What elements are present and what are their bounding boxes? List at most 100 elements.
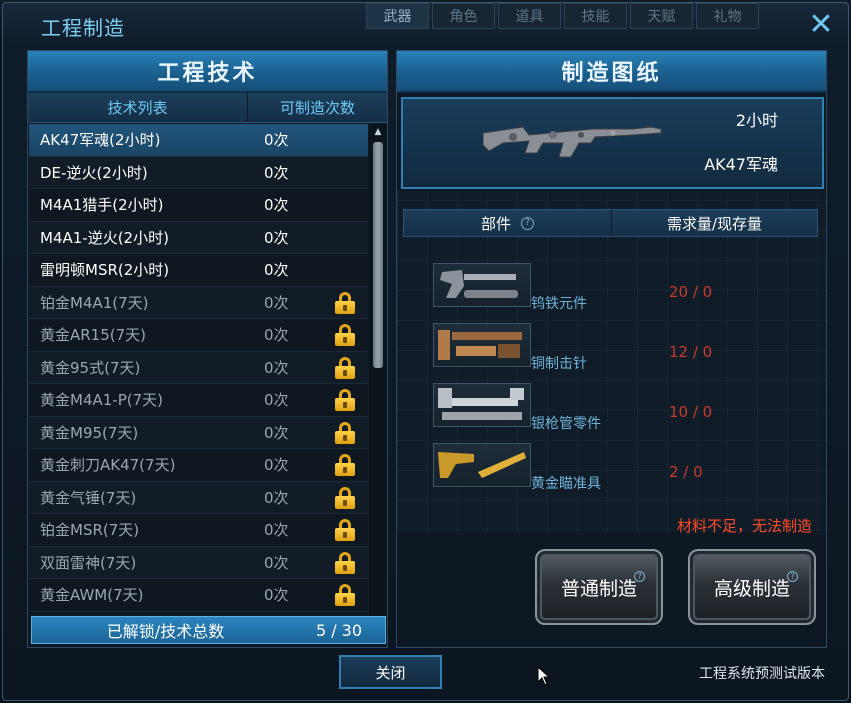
lock-icon [334, 389, 356, 411]
tab-character[interactable]: 角色 [432, 3, 495, 29]
column-required-stock: 需求量/现存量 [666, 214, 763, 233]
lock-icon [334, 519, 356, 541]
unlock-summary-label: 已解锁/技术总数 [106, 622, 225, 641]
lock-icon [334, 454, 356, 476]
weapon-name: AK47军魂 [704, 155, 778, 174]
tech-list-item[interactable]: 黄金AWM(7天) 0次 [29, 579, 368, 612]
part-name: 钨铁元件 [531, 296, 587, 312]
advanced-craft-button[interactable]: 高级制造 ? [688, 549, 816, 625]
tech-item-name: 黄金AR15(7天) [40, 326, 147, 345]
rifle-icon [483, 126, 662, 158]
copper-pin-icon [433, 323, 531, 367]
parts-header: 部件 ? 需求量/现存量 [403, 209, 818, 237]
column-parts: 部件 ? [404, 210, 612, 236]
tech-list-item[interactable]: 黄金M95(7天) 0次 [29, 416, 368, 449]
close-icon[interactable]: ✕ [803, 10, 839, 41]
part-row: 银枪管零件 10 / 0 [433, 383, 813, 432]
blueprint-panel: 制造图纸 2小时 AK47军魂 部件 ? 需求量/现存量 钨铁元件 20 / 0… [396, 50, 827, 648]
tech-list-item[interactable]: M4A1猎手(2小时) 0次 [29, 189, 368, 222]
column-tech-list: 技术列表 [28, 93, 248, 122]
tab-items[interactable]: 道具 [498, 3, 561, 29]
tech-item-name: 黄金AWM(7天) [40, 586, 144, 605]
lock-icon [334, 324, 356, 346]
tech-panel-header: 工程技术 [28, 51, 387, 93]
tech-list-item[interactable]: AK47军魂(2小时) 0次 [29, 124, 368, 157]
tech-list-item[interactable]: DE-逆火(2小时) 0次 [29, 156, 368, 189]
column-craft-count: 可制造次数 [279, 99, 355, 117]
tech-item-count: 0次 [264, 456, 289, 475]
part-row: 黄金瞄准具 2 / 0 [433, 443, 813, 492]
version-label: 工程系统预测试版本 [699, 666, 825, 682]
tech-item-name: M4A1-逆火(2小时) [40, 228, 169, 247]
part-row: 铜制击针 12 / 0 [433, 323, 813, 372]
tech-item-name: AK47军魂(2小时) [40, 131, 161, 150]
column-parts-label: 部件 [480, 214, 511, 233]
part-row: 钨铁元件 20 / 0 [433, 263, 813, 312]
help-icon[interactable]: ? [521, 216, 534, 230]
lock-icon [334, 356, 356, 379]
mouse-cursor-icon [537, 666, 551, 686]
tech-item-count: 0次 [264, 326, 289, 345]
tech-item-count: 0次 [264, 423, 289, 442]
silver-barrel-icon [433, 383, 531, 427]
tech-item-count: 0次 [264, 131, 289, 150]
gold-scope-icon [433, 443, 531, 487]
tech-item-count: 0次 [264, 163, 289, 182]
normal-craft-label: 普通制造 [560, 577, 637, 600]
part-name: 铜制击针 [531, 356, 587, 372]
lock-icon [334, 486, 356, 509]
part-quantity: 10 / 0 [669, 403, 713, 421]
tech-list-header: 技术列表 可制造次数 [28, 93, 387, 123]
blueprint-panel-header: 制造图纸 [397, 51, 826, 93]
tech-item-name: 雷明顿MSR(2小时) [40, 261, 170, 280]
tech-list-item[interactable]: 黄金95式(7天) 0次 [29, 351, 368, 384]
normal-craft-button[interactable]: 普通制造 ? [535, 549, 663, 625]
tech-item-name: 黄金刺刀AK47(7天) [40, 456, 176, 475]
tech-list-item[interactable]: 黄金AR15(7天) 0次 [29, 319, 368, 352]
scroll-up-icon[interactable]: ▲ [369, 124, 387, 140]
part-quantity: 20 / 0 [669, 283, 713, 301]
tech-list-item[interactable]: M4A1-逆火(2小时) 0次 [29, 221, 368, 254]
part-quantity: 2 / 0 [669, 463, 703, 481]
tech-item-count: 0次 [264, 358, 289, 377]
close-button[interactable]: 关闭 [339, 655, 442, 689]
tech-panel: 工程技术 技术列表 可制造次数 AK47军魂(2小时) 0次 DE-逆火(2小时) 0… [27, 50, 388, 648]
help-icon[interactable]: ? [787, 571, 798, 582]
tech-item-count: 0次 [264, 553, 289, 572]
tech-item-name: M4A1猎手(2小时) [40, 196, 164, 215]
tab-talent[interactable]: 天赋 [630, 3, 693, 29]
tech-item-count: 0次 [264, 228, 289, 247]
tech-item-count: 0次 [264, 261, 289, 280]
tech-list-item[interactable]: 铂金MSR(7天) 0次 [29, 514, 368, 547]
lock-icon [334, 291, 356, 314]
weapon-duration: 2小时 [735, 111, 778, 130]
tech-item-count: 0次 [264, 196, 289, 215]
scroll-thumb[interactable] [373, 142, 383, 368]
help-icon[interactable]: ? [634, 571, 645, 582]
part-quantity: 12 / 0 [669, 343, 713, 361]
unlock-summary-value: 5 / 30 [315, 620, 363, 640]
tech-item-count: 0次 [264, 586, 289, 605]
tech-list-item[interactable]: 黄金M4A1-P(7天) 0次 [29, 384, 368, 417]
part-name: 黄金瞄准具 [531, 476, 601, 492]
tab-weapon[interactable]: 武器 [366, 3, 429, 29]
tech-list-item[interactable]: 铂金M4A1(7天) 0次 [29, 286, 368, 319]
insufficient-materials-warning: 材料不足，无法制造 [676, 517, 812, 535]
tech-item-name: DE-逆火(2小时) [40, 163, 148, 182]
tech-list-item[interactable]: 黄金气锤(7天) 0次 [29, 481, 368, 514]
tech-item-count: 0次 [264, 488, 289, 507]
tech-item-name: 黄金95式(7天) [40, 358, 141, 377]
tungsten-part-icon [433, 263, 531, 307]
tech-list-item[interactable]: 雷明顿MSR(2小时) 0次 [29, 254, 368, 287]
tech-item-name: 铂金MSR(7天) [40, 521, 140, 540]
tech-item-name: 黄金气锤(7天) [40, 488, 137, 507]
advanced-craft-label: 高级制造 [713, 577, 790, 600]
weapon-preview: 2小时 AK47军魂 [401, 97, 824, 189]
lock-icon [334, 584, 356, 606]
tech-list-item[interactable]: 黄金刺刀AK47(7天) 0次 [29, 449, 368, 482]
window-title: 工程制造 [41, 16, 125, 40]
tab-gift[interactable]: 礼物 [696, 3, 759, 29]
tech-list-scrollbar[interactable]: ▲ ▼ [369, 124, 387, 644]
tech-list-item[interactable]: 双面雷神(7天) 0次 [29, 546, 368, 579]
tab-skills[interactable]: 技能 [564, 3, 627, 29]
